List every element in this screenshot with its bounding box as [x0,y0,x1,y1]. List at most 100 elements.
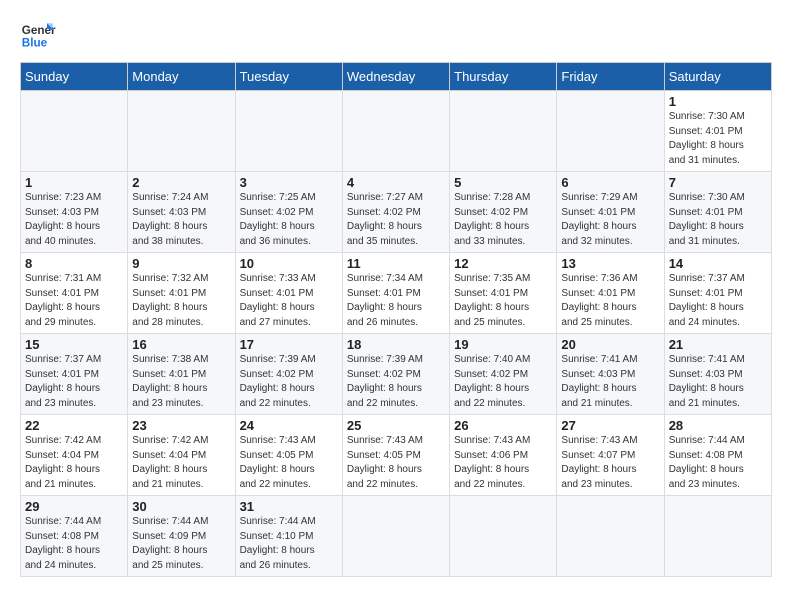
calendar-cell [342,91,449,172]
calendar-cell: 18Sunrise: 7:39 AMSunset: 4:02 PMDayligh… [342,334,449,415]
calendar-cell: 1Sunrise: 7:30 AMSunset: 4:01 PMDaylight… [664,91,771,172]
calendar-cell: 17Sunrise: 7:39 AMSunset: 4:02 PMDayligh… [235,334,342,415]
calendar-cell [450,496,557,577]
calendar-cell: 31Sunrise: 7:44 AMSunset: 4:10 PMDayligh… [235,496,342,577]
logo: General Blue [20,16,56,52]
day-number: 6 [561,175,659,190]
calendar-cell: 9Sunrise: 7:32 AMSunset: 4:01 PMDaylight… [128,253,235,334]
day-number: 25 [347,418,445,433]
calendar-cell: 14Sunrise: 7:37 AMSunset: 4:01 PMDayligh… [664,253,771,334]
calendar-cell: 22Sunrise: 7:42 AMSunset: 4:04 PMDayligh… [21,415,128,496]
day-info: Sunrise: 7:43 AMSunset: 4:05 PMDaylight:… [240,434,338,492]
column-header-thursday: Thursday [450,63,557,91]
day-info: Sunrise: 7:23 AMSunset: 4:03 PMDaylight:… [25,191,123,249]
day-number: 26 [454,418,552,433]
column-header-wednesday: Wednesday [342,63,449,91]
day-number: 22 [25,418,123,433]
page-container: General Blue SundayMondayTuesdayWednesda… [0,0,792,587]
calendar-cell: 26Sunrise: 7:43 AMSunset: 4:06 PMDayligh… [450,415,557,496]
calendar-cell: 21Sunrise: 7:41 AMSunset: 4:03 PMDayligh… [664,334,771,415]
calendar-cell: 25Sunrise: 7:43 AMSunset: 4:05 PMDayligh… [342,415,449,496]
day-number: 3 [240,175,338,190]
day-number: 12 [454,256,552,271]
calendar-week-2: 1Sunrise: 7:23 AMSunset: 4:03 PMDaylight… [21,172,772,253]
day-number: 31 [240,499,338,514]
day-number: 23 [132,418,230,433]
calendar-cell: 15Sunrise: 7:37 AMSunset: 4:01 PMDayligh… [21,334,128,415]
day-number: 9 [132,256,230,271]
calendar-cell [557,496,664,577]
calendar-cell: 1Sunrise: 7:23 AMSunset: 4:03 PMDaylight… [21,172,128,253]
day-number: 18 [347,337,445,352]
day-number: 17 [240,337,338,352]
day-info: Sunrise: 7:44 AMSunset: 4:10 PMDaylight:… [240,515,338,573]
day-number: 20 [561,337,659,352]
day-number: 2 [132,175,230,190]
calendar-cell [450,91,557,172]
day-info: Sunrise: 7:42 AMSunset: 4:04 PMDaylight:… [25,434,123,492]
calendar-cell: 5Sunrise: 7:28 AMSunset: 4:02 PMDaylight… [450,172,557,253]
day-number: 19 [454,337,552,352]
page-header: General Blue [20,16,772,52]
day-number: 30 [132,499,230,514]
column-header-sunday: Sunday [21,63,128,91]
day-number: 27 [561,418,659,433]
day-number: 16 [132,337,230,352]
day-info: Sunrise: 7:33 AMSunset: 4:01 PMDaylight:… [240,272,338,330]
column-header-saturday: Saturday [664,63,771,91]
calendar-cell: 24Sunrise: 7:43 AMSunset: 4:05 PMDayligh… [235,415,342,496]
calendar-cell: 13Sunrise: 7:36 AMSunset: 4:01 PMDayligh… [557,253,664,334]
day-info: Sunrise: 7:41 AMSunset: 4:03 PMDaylight:… [669,353,767,411]
day-info: Sunrise: 7:44 AMSunset: 4:08 PMDaylight:… [669,434,767,492]
calendar-cell: 2Sunrise: 7:24 AMSunset: 4:03 PMDaylight… [128,172,235,253]
day-info: Sunrise: 7:28 AMSunset: 4:02 PMDaylight:… [454,191,552,249]
column-header-tuesday: Tuesday [235,63,342,91]
calendar-cell [21,91,128,172]
day-info: Sunrise: 7:37 AMSunset: 4:01 PMDaylight:… [669,272,767,330]
day-info: Sunrise: 7:35 AMSunset: 4:01 PMDaylight:… [454,272,552,330]
calendar-cell [557,91,664,172]
day-info: Sunrise: 7:44 AMSunset: 4:09 PMDaylight:… [132,515,230,573]
day-info: Sunrise: 7:43 AMSunset: 4:07 PMDaylight:… [561,434,659,492]
calendar-cell: 11Sunrise: 7:34 AMSunset: 4:01 PMDayligh… [342,253,449,334]
calendar-cell [342,496,449,577]
day-number: 1 [25,175,123,190]
calendar-cell: 10Sunrise: 7:33 AMSunset: 4:01 PMDayligh… [235,253,342,334]
day-number: 13 [561,256,659,271]
day-info: Sunrise: 7:29 AMSunset: 4:01 PMDaylight:… [561,191,659,249]
day-info: Sunrise: 7:42 AMSunset: 4:04 PMDaylight:… [132,434,230,492]
calendar-cell: 19Sunrise: 7:40 AMSunset: 4:02 PMDayligh… [450,334,557,415]
day-info: Sunrise: 7:43 AMSunset: 4:06 PMDaylight:… [454,434,552,492]
calendar-cell: 28Sunrise: 7:44 AMSunset: 4:08 PMDayligh… [664,415,771,496]
calendar-week-3: 8Sunrise: 7:31 AMSunset: 4:01 PMDaylight… [21,253,772,334]
day-info: Sunrise: 7:43 AMSunset: 4:05 PMDaylight:… [347,434,445,492]
calendar-week-6: 29Sunrise: 7:44 AMSunset: 4:08 PMDayligh… [21,496,772,577]
day-info: Sunrise: 7:39 AMSunset: 4:02 PMDaylight:… [347,353,445,411]
calendar-week-5: 22Sunrise: 7:42 AMSunset: 4:04 PMDayligh… [21,415,772,496]
day-number: 11 [347,256,445,271]
day-info: Sunrise: 7:32 AMSunset: 4:01 PMDaylight:… [132,272,230,330]
calendar-cell: 7Sunrise: 7:30 AMSunset: 4:01 PMDaylight… [664,172,771,253]
calendar-cell: 16Sunrise: 7:38 AMSunset: 4:01 PMDayligh… [128,334,235,415]
day-number: 21 [669,337,767,352]
calendar-cell: 23Sunrise: 7:42 AMSunset: 4:04 PMDayligh… [128,415,235,496]
calendar-cell [128,91,235,172]
calendar-cell: 8Sunrise: 7:31 AMSunset: 4:01 PMDaylight… [21,253,128,334]
calendar-table: SundayMondayTuesdayWednesdayThursdayFrid… [20,62,772,577]
column-header-friday: Friday [557,63,664,91]
calendar-cell [664,496,771,577]
day-info: Sunrise: 7:30 AMSunset: 4:01 PMDaylight:… [669,110,767,168]
calendar-cell: 4Sunrise: 7:27 AMSunset: 4:02 PMDaylight… [342,172,449,253]
day-number: 4 [347,175,445,190]
calendar-cell: 30Sunrise: 7:44 AMSunset: 4:09 PMDayligh… [128,496,235,577]
day-info: Sunrise: 7:39 AMSunset: 4:02 PMDaylight:… [240,353,338,411]
day-info: Sunrise: 7:44 AMSunset: 4:08 PMDaylight:… [25,515,123,573]
day-info: Sunrise: 7:25 AMSunset: 4:02 PMDaylight:… [240,191,338,249]
calendar-cell: 12Sunrise: 7:35 AMSunset: 4:01 PMDayligh… [450,253,557,334]
day-number: 14 [669,256,767,271]
svg-text:Blue: Blue [22,37,48,50]
day-info: Sunrise: 7:37 AMSunset: 4:01 PMDaylight:… [25,353,123,411]
day-info: Sunrise: 7:27 AMSunset: 4:02 PMDaylight:… [347,191,445,249]
column-header-monday: Monday [128,63,235,91]
day-info: Sunrise: 7:41 AMSunset: 4:03 PMDaylight:… [561,353,659,411]
